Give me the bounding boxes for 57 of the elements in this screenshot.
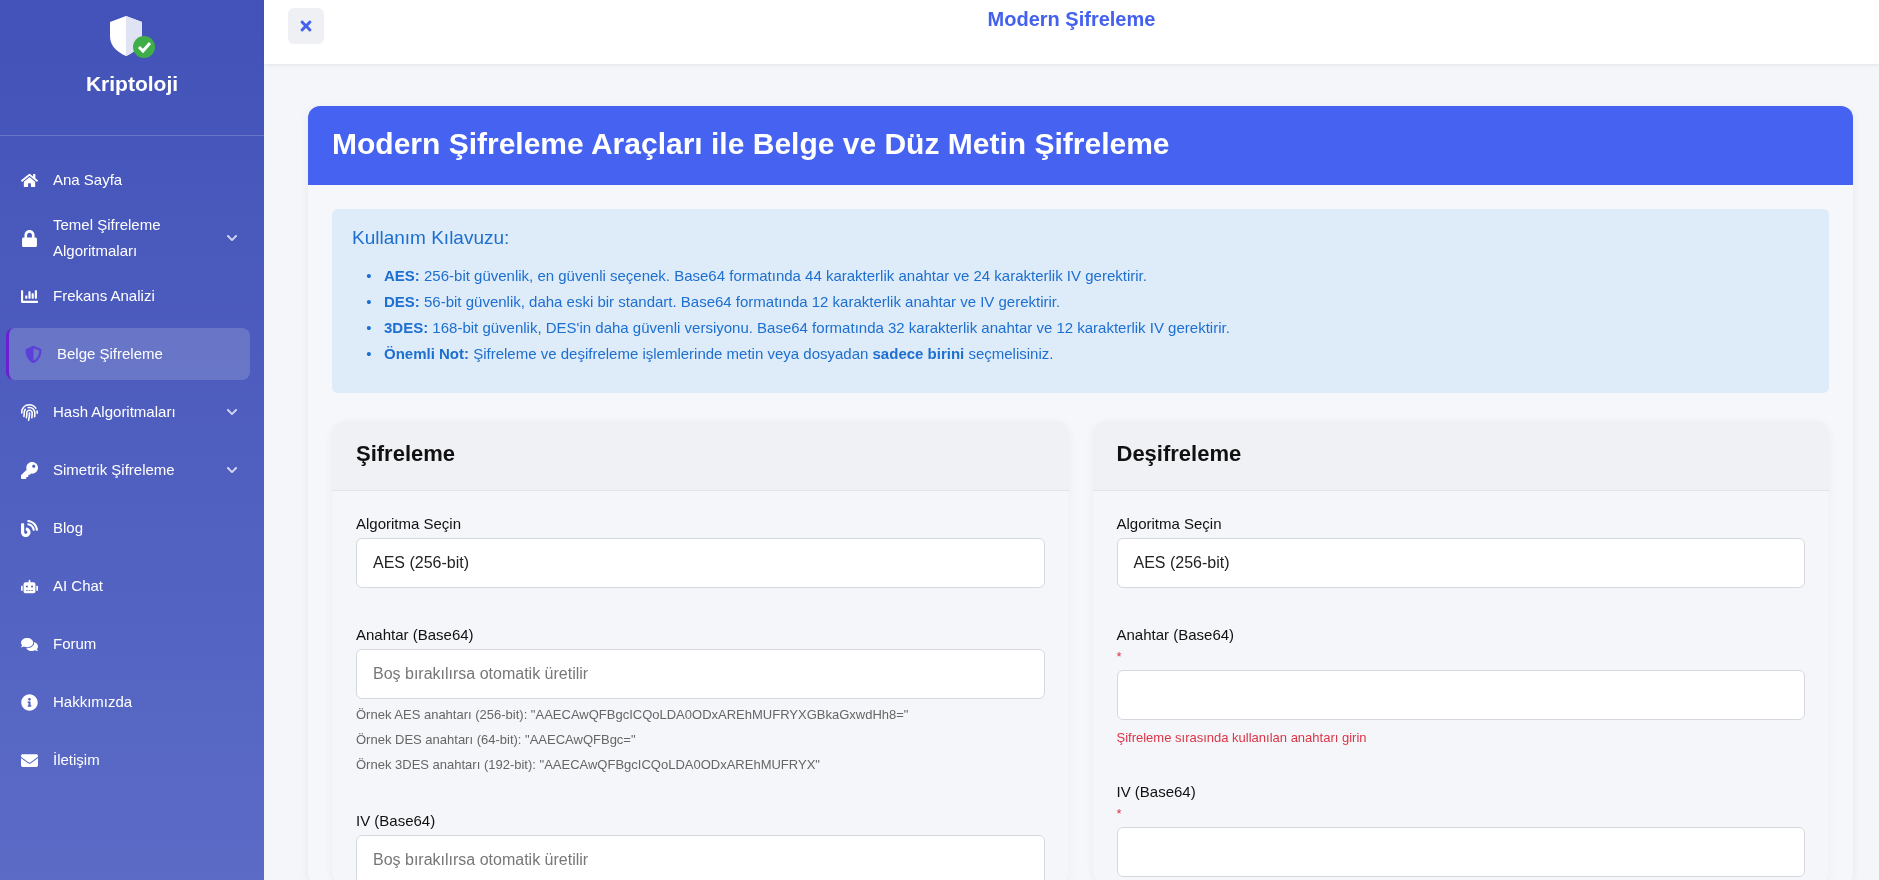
info-icon xyxy=(19,693,39,711)
input-field[interactable] xyxy=(1116,670,1805,720)
sidebar-item[interactable]: Forum xyxy=(6,618,250,670)
sidebar-item[interactable]: Hakkımızda xyxy=(6,676,250,728)
speech-bubbles-icon xyxy=(19,635,39,653)
card-title: Modern Şifreleme Araçları ile Belge ve Düz Metin Şifreleme xyxy=(308,106,1853,185)
bullet: • xyxy=(365,292,373,312)
error-message: Şifreleme sırasında kullanılan anahtarı girin xyxy=(1116,730,1368,745)
input-field[interactable] xyxy=(1116,827,1805,877)
brand-name: Kriptoloji xyxy=(85,72,179,96)
algorithm-select[interactable]: AES (256-bit) xyxy=(1116,538,1805,588)
field-label: Anahtar (Base64) xyxy=(1116,626,1236,643)
guide-item: Önemli Not: Şifreleme ve deşifreleme işlemlerinde metin veya dosyadan sadece birini seçmelisiniz. xyxy=(384,344,1054,364)
sidebar-item[interactable]: AI Chat xyxy=(6,560,250,612)
field-label: IV (Base64) xyxy=(356,812,437,829)
guide-item: AES: 256-bit güvenlik, en güvenli seçenek. Base64 formatında 44 karakterlik anahtar ve 24 karakterlik IV gerektirir. xyxy=(384,266,1147,286)
lock-icon xyxy=(19,229,39,247)
panel-title: Deşifreleme xyxy=(1092,421,1829,491)
required-mark: * xyxy=(1116,649,1123,664)
shield-check-logo-icon xyxy=(108,14,156,60)
home-icon xyxy=(19,171,39,189)
bullet: • xyxy=(365,344,373,364)
guide-title: Kullanım Kılavuzu: xyxy=(352,227,511,249)
sidebar-item[interactable]: Temel Şifreleme Algoritmaları xyxy=(6,212,250,264)
sidebar-item[interactable]: Simetrik Şifreleme xyxy=(6,444,250,496)
sidebar-item[interactable]: Hash Algoritmaları xyxy=(6,386,250,438)
field-label: Algoritma Seçin xyxy=(356,515,463,532)
algorithm-select[interactable]: AES (256-bit) xyxy=(356,538,1045,588)
close-icon xyxy=(298,18,314,34)
shield-icon xyxy=(23,345,43,363)
blog-icon xyxy=(19,519,39,537)
example-hint: Örnek AES anahtarı (256-bit): "AAECAwQFBgcICQoLDA0ODxAREhMUFRYXGBkaGxwdHh8=" xyxy=(356,706,910,724)
robot-icon xyxy=(19,577,39,595)
bullet: • xyxy=(365,318,373,338)
sidebar-item[interactable]: Belge Şifreleme xyxy=(6,328,250,380)
envelope-icon xyxy=(19,751,39,769)
guide-item: DES: 56-bit güvenlik, daha eski bir standart. Base64 formatında 12 karakterlik anahtar ve IV gerektirir. xyxy=(384,292,1061,312)
key-icon xyxy=(19,461,39,479)
panel-title: Şifreleme xyxy=(332,421,1069,491)
sidebar-item[interactable]: Blog xyxy=(6,502,250,554)
sidebar-item[interactable]: Frekans Analizi xyxy=(6,270,250,322)
example-hint: Örnek 3DES anahtarı (192-bit): "AAECAwQFBgcICQoLDA0ODxAREhMUFRYX" xyxy=(356,756,821,774)
required-mark: * xyxy=(1116,806,1123,821)
bullet: • xyxy=(365,266,373,286)
input-field[interactable]: Boş bırakılırsa otomatik üretilir xyxy=(356,649,1045,699)
example-hint: Örnek DES anahtarı (64-bit): "AAECAwQFBgc=" xyxy=(356,731,637,749)
field-label: IV (Base64) xyxy=(1116,783,1197,800)
field-label: Anahtar (Base64) xyxy=(356,626,475,643)
input-field[interactable]: Boş bırakılırsa otomatik üretilir xyxy=(356,835,1045,880)
sidebar-item[interactable]: İletişim xyxy=(6,734,250,786)
page-title: Modern Şifreleme xyxy=(987,8,1156,31)
sidebar-item[interactable]: Ana Sayfa xyxy=(6,154,250,206)
fingerprint-icon xyxy=(19,403,39,421)
close-button[interactable] xyxy=(288,8,324,44)
field-label: Algoritma Seçin xyxy=(1116,515,1223,532)
bar-chart-icon xyxy=(19,287,39,305)
guide-item: 3DES: 168-bit güvenlik, DES'in daha güvenli versiyonu. Base64 formatında 32 karakterlik anahtar ve 12 karakterlik IV gerektirir. xyxy=(384,318,1230,338)
